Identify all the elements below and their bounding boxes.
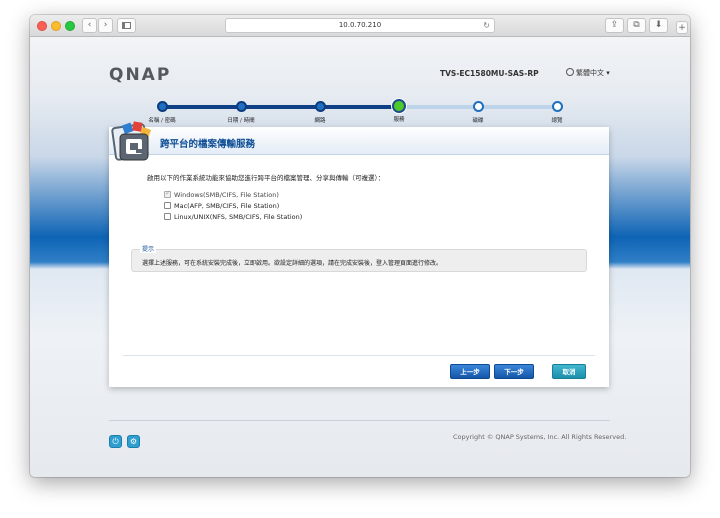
qnap-setup-page: QNAP TVS-EC1580MU-SAS-RP 繁體中文 ▾ 名稱 / 密碼 … (30, 37, 690, 477)
step-label: 網路 (314, 118, 326, 124)
language-selector[interactable]: 繁體中文 ▾ (566, 68, 610, 78)
new-tab-icon[interactable]: + (676, 21, 688, 34)
panel-title: 跨平台的檔案傳輸服務 (160, 139, 256, 150)
forward-button[interactable]: › (98, 18, 113, 33)
step-dot-current (392, 99, 406, 113)
previous-button[interactable]: 上一步 (450, 364, 490, 379)
option-linux: Linux/UNIX(NFS, SMB/CIFS, File Station) (164, 213, 302, 221)
panel-description: 啟用以下的作業系統功能來協助您進行跨平台的檔案管理、分享與傳輸（可複選）： (147, 174, 385, 182)
next-button[interactable]: 下一步 (494, 364, 534, 379)
maximize-window-button[interactable] (65, 21, 75, 31)
linux-checkbox[interactable] (164, 213, 171, 220)
panel-header: 跨平台的檔案傳輸服務 (109, 127, 609, 155)
windows-checkbox[interactable] (164, 189, 171, 198)
option-windows: Windows(SMB/CIFS, File Station) (164, 189, 279, 199)
panel-divider (123, 355, 595, 356)
step-summary: 總覽 (522, 101, 592, 124)
address-bar[interactable]: 10.0.70.210 ↻ (225, 18, 495, 33)
step-services: 服務 (364, 99, 434, 123)
option-label: Linux/UNIX(NFS, SMB/CIFS, File Station) (174, 213, 303, 221)
option-label: Mac(AFP, SMB/CIFS, File Station) (174, 202, 280, 210)
service-app-icon (111, 121, 152, 161)
tip-text: 選擇上述服務，可在系統安裝完成後，立即啟用。欲設定詳細的選項，請在完成安裝後，登… (142, 260, 443, 267)
reload-icon[interactable]: ↻ (483, 19, 490, 32)
step-date-time: 日期 / 時間 (206, 101, 276, 124)
cancel-button[interactable]: 取消 (552, 364, 586, 379)
step-label: 磁碟 (472, 118, 484, 124)
minimize-window-button[interactable] (51, 21, 61, 31)
downloads-icon[interactable]: ⬇ (649, 18, 668, 33)
step-disk: 磁碟 (443, 101, 513, 124)
tabs-overview-icon[interactable]: ⧉ (627, 18, 646, 33)
qnap-logo: QNAP (109, 65, 172, 85)
step-dot (235, 101, 247, 112)
footer-divider (109, 420, 610, 421)
browser-window: ‹ › 10.0.70.210 ↻ ⇪ ⧉ ⬇ + QNAP TVS-EC158… (30, 15, 690, 477)
step-dot (314, 101, 326, 112)
step-network: 網路 (285, 101, 355, 124)
copyright-text: Copyright © QNAP Systems, Inc. All Right… (453, 433, 627, 441)
option-label: Windows(SMB/CIFS, File Station) (174, 191, 279, 199)
option-mac: Mac(AFP, SMB/CIFS, File Station) (164, 202, 279, 210)
step-dot (472, 101, 484, 112)
back-button[interactable]: ‹ (82, 18, 97, 33)
step-dot (156, 101, 168, 112)
share-icon[interactable]: ⇪ (605, 18, 624, 33)
power-icon[interactable]: ⏻ (109, 435, 122, 448)
step-label: 日期 / 時間 (227, 118, 255, 124)
services-panel: 跨平台的檔案傳輸服務 啟用以下的作業系統功能來協助您進行跨平台的檔案管理、分享與… (109, 127, 609, 387)
close-window-button[interactable] (37, 21, 47, 31)
step-dot (551, 101, 563, 112)
settings-icon[interactable]: ⚙ (127, 435, 140, 448)
browser-toolbar: ‹ › 10.0.70.210 ↻ ⇪ ⧉ ⬇ + (30, 15, 690, 37)
tip-title: 提示 (140, 244, 157, 253)
globe-icon (566, 68, 574, 76)
step-label: 總覽 (551, 118, 563, 124)
url-text: 10.0.70.210 (338, 21, 382, 29)
language-label: 繁體中文 ▾ (576, 69, 610, 77)
sidebar-icon[interactable] (117, 18, 136, 33)
mac-checkbox[interactable] (164, 202, 171, 209)
step-label: 服務 (393, 117, 405, 123)
device-model: TVS-EC1580MU-SAS-RP (440, 69, 539, 78)
tip-box: 提示 選擇上述服務，可在系統安裝完成後，立即啟用。欲設定詳細的選項，請在完成安裝… (131, 244, 587, 272)
